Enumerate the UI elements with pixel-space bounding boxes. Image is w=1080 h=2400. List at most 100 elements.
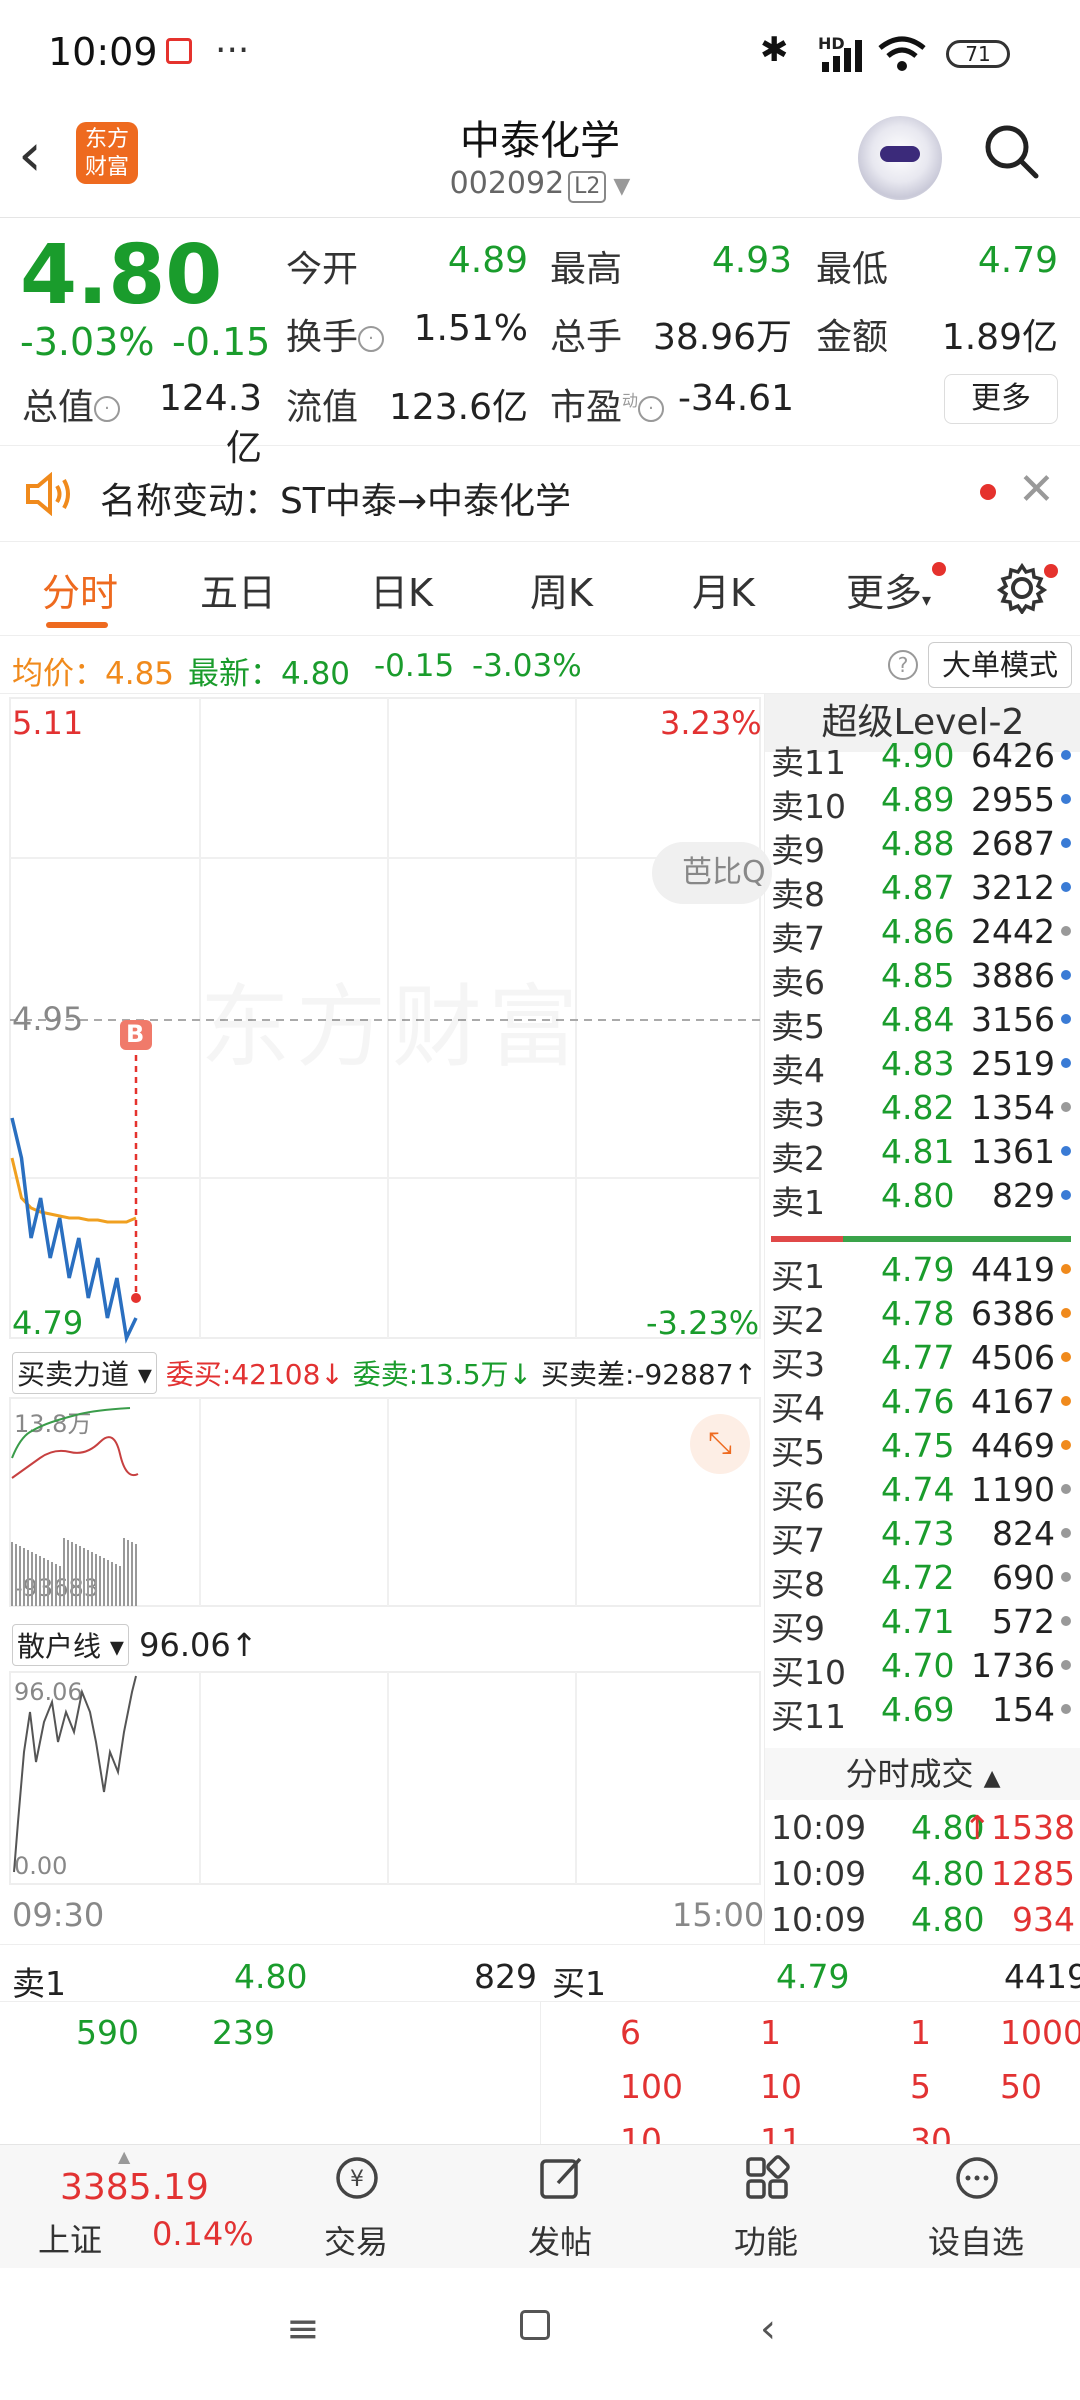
trade-icon: ¥ bbox=[336, 2157, 378, 2199]
nav-post[interactable]: 发帖 bbox=[490, 2145, 630, 2269]
bid-row[interactable]: 买1 4.79 4419 bbox=[771, 1250, 1071, 1296]
nav-add-watchlist[interactable]: 设自选 bbox=[906, 2145, 1046, 2269]
tab-daily-k[interactable]: 日K bbox=[370, 562, 433, 617]
bid-row[interactable]: 买6 4.74 1190 bbox=[771, 1470, 1071, 1516]
big-order-mode-button[interactable]: 大单模式 bbox=[928, 642, 1072, 688]
menu-icon[interactable]: ≡ bbox=[286, 2306, 320, 2352]
bid-price: 4.77 bbox=[881, 1338, 955, 1377]
bid-row[interactable]: 买11 4.69 154 bbox=[771, 1690, 1071, 1736]
chart-tabs: 分时 五日 日K 周K 月K 更多▾ bbox=[0, 542, 1080, 636]
robot-assistant-avatar[interactable] bbox=[858, 116, 942, 200]
ask-row[interactable]: 卖5 4.84 3156 bbox=[771, 1000, 1071, 1046]
ask-row[interactable]: 卖11 4.90 6426 bbox=[771, 736, 1071, 782]
bid-row[interactable]: 买9 4.71 572 bbox=[771, 1602, 1071, 1648]
bid-dot bbox=[1061, 1528, 1071, 1538]
home-icon[interactable] bbox=[520, 2310, 550, 2340]
tab-weekly-k[interactable]: 周K bbox=[530, 562, 593, 617]
float-cap-label: 流值 bbox=[286, 387, 359, 428]
tab-more[interactable]: 更多▾ bbox=[846, 562, 931, 617]
queue-sell-volume: 829 bbox=[474, 1957, 537, 1996]
turnover-value: 1.51% bbox=[413, 308, 528, 349]
tab-more-badge bbox=[932, 562, 946, 576]
tab-five-day[interactable]: 五日 bbox=[200, 562, 276, 617]
turnover-label[interactable]: 换手 · bbox=[286, 308, 385, 360]
speaker-icon bbox=[26, 472, 70, 516]
ask-price: 4.82 bbox=[881, 1088, 955, 1127]
close-icon[interactable]: ✕ bbox=[1018, 464, 1055, 515]
ask-row[interactable]: 卖4 4.83 2519 bbox=[771, 1044, 1071, 1090]
queue-sell-item: 590 bbox=[76, 2013, 139, 2052]
trade-price: 4.80 bbox=[911, 1900, 985, 1939]
queue-buy-item: 100 bbox=[620, 2067, 683, 2106]
grid-icon bbox=[746, 2155, 790, 2199]
indicator1-diff: 买卖差:-92887 bbox=[540, 1358, 734, 1391]
back-icon[interactable]: ‹ bbox=[760, 2306, 776, 2352]
ask-row[interactable]: 卖10 4.89 2955 bbox=[771, 780, 1071, 826]
notice-text: 名称变动：ST中泰→中泰化学 bbox=[100, 481, 572, 522]
ask-volume: 2519 bbox=[971, 1044, 1055, 1083]
indicator1-selector[interactable]: 买卖力道 ▾ bbox=[12, 1352, 157, 1394]
ask-volume: 3886 bbox=[971, 956, 1055, 995]
tab-intraday[interactable]: 分时 bbox=[42, 562, 118, 617]
ask-level: 卖9 bbox=[771, 831, 825, 870]
status-bar: 10:09 ··· ✱ HD 71 bbox=[0, 0, 1080, 100]
ask-row[interactable]: 卖7 4.86 2442 bbox=[771, 912, 1071, 958]
stock-code: 002092 bbox=[449, 166, 565, 201]
intraday-chart[interactable]: 东方财富 5.11 3.23% 4.95 4.79 -3.23% 芭比Q B 买… bbox=[0, 694, 772, 1944]
time-start-label: 09:30 bbox=[12, 1896, 105, 1934]
help-icon[interactable]: ? bbox=[888, 650, 918, 680]
ask-row[interactable]: 卖8 4.87 3212 bbox=[771, 868, 1071, 914]
ask-row[interactable]: 卖6 4.85 3886 bbox=[771, 956, 1071, 1002]
tick-trades-header[interactable]: 分时成交 ▲ bbox=[765, 1748, 1080, 1800]
bid-row[interactable]: 买8 4.72 690 bbox=[771, 1558, 1071, 1604]
ask-volume: 3212 bbox=[971, 868, 1055, 907]
settings-gear-icon[interactable] bbox=[996, 562, 1048, 614]
bid-row[interactable]: 买4 4.76 4167 bbox=[771, 1382, 1071, 1428]
market-cap-label[interactable]: 总值 · bbox=[22, 378, 121, 430]
pe-label[interactable]: 市盈动 · bbox=[550, 378, 665, 430]
queue-buy-item: 30 bbox=[910, 2121, 952, 2144]
bid-row[interactable]: 买10 4.70 1736 bbox=[771, 1646, 1071, 1692]
latest-change-pct: -3.03% bbox=[472, 648, 582, 684]
trade-volume: ↑1538 bbox=[963, 1808, 1075, 1847]
indicator2-selector[interactable]: 散户线 ▾ bbox=[12, 1624, 129, 1666]
tab-monthly-k[interactable]: 月K bbox=[692, 562, 755, 617]
amount-value: 1.89亿 bbox=[941, 317, 1058, 358]
wifi-icon bbox=[878, 36, 926, 71]
trade-time: 10:09 bbox=[771, 1900, 867, 1939]
notification-icon bbox=[166, 38, 192, 64]
trade-volume: 934 bbox=[1012, 1900, 1075, 1939]
nav-trade[interactable]: ¥ 交易 bbox=[286, 2145, 426, 2269]
bid-row[interactable]: 买7 4.73 824 bbox=[771, 1514, 1071, 1560]
open-label: 今开 bbox=[286, 249, 359, 290]
bid-row[interactable]: 买3 4.77 4506 bbox=[771, 1338, 1071, 1384]
queue-buy-item: 11 bbox=[760, 2121, 802, 2144]
more-circle-icon bbox=[956, 2157, 998, 2199]
more-button[interactable]: 更多 bbox=[944, 374, 1058, 424]
indicator2-header: 散户线 ▾ 96.06↑ bbox=[12, 1624, 258, 1666]
amount-label: 金额 bbox=[816, 317, 889, 358]
bid-level: 买7 bbox=[771, 1521, 825, 1560]
expand-icon[interactable]: ⤡ bbox=[690, 1414, 750, 1474]
search-icon[interactable] bbox=[982, 122, 1040, 180]
bid-row[interactable]: 买2 4.78 6386 bbox=[771, 1294, 1071, 1340]
ask-dot bbox=[1061, 838, 1071, 848]
queue-sell-label: 卖1 bbox=[12, 1964, 66, 2003]
nav-functions[interactable]: 功能 bbox=[696, 2145, 836, 2269]
ask-row[interactable]: 卖2 4.81 1361 bbox=[771, 1132, 1071, 1178]
ask-row[interactable]: 卖9 4.88 2687 bbox=[771, 824, 1071, 870]
price-plot bbox=[10, 1020, 152, 1344]
ask-row[interactable]: 卖3 4.82 1354 bbox=[771, 1088, 1071, 1134]
index-ticker[interactable]: ▲ 3385.19 上证 0.14% bbox=[0, 2145, 260, 2269]
system-nav-bar: ≡ ‹ bbox=[0, 2268, 1080, 2400]
notice-banner[interactable]: 名称变动：ST中泰→中泰化学 ✕ bbox=[0, 446, 1080, 542]
queue-buy-price: 4.79 bbox=[776, 1957, 850, 1996]
bid-row[interactable]: 买5 4.75 4469 bbox=[771, 1426, 1071, 1472]
edit-icon bbox=[540, 2157, 582, 2199]
bid-volume: 690 bbox=[992, 1558, 1055, 1597]
ask-row[interactable]: 卖1 4.80 829 bbox=[771, 1176, 1071, 1222]
bid-dot bbox=[1061, 1396, 1071, 1406]
bid-volume: 572 bbox=[992, 1602, 1055, 1641]
bid-volume: 4167 bbox=[971, 1382, 1055, 1421]
tab-indicator bbox=[46, 622, 108, 628]
